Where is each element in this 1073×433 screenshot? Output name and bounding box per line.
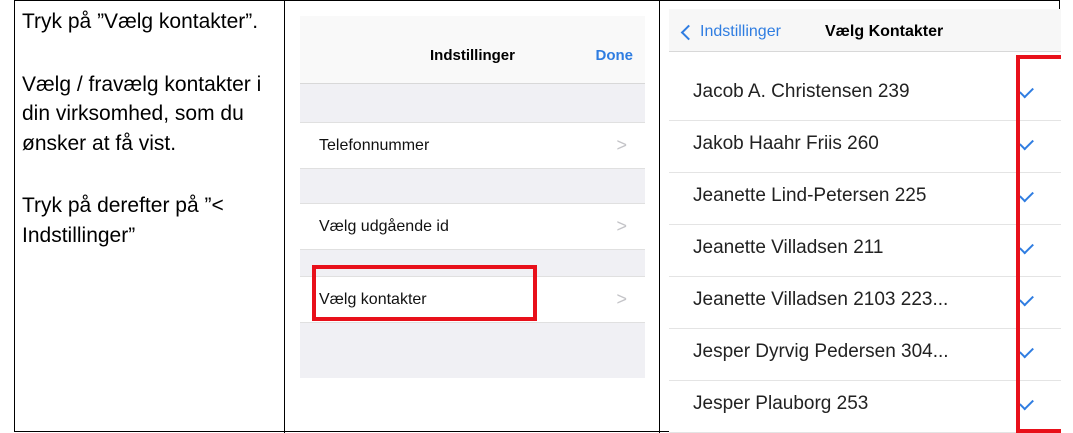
instruction-step-1: Tryk på ”Vælg kontakter”.: [22, 10, 259, 33]
settings-row-label: Telefonnummer: [319, 137, 430, 154]
contacts-screenshot-cell: Indstillinger Vælg Kontakter Jacob A. Ch…: [659, 1, 1061, 433]
instruction-step-3: Tryk på derefter på ”< Indstillinger”: [22, 194, 224, 247]
contacts-title: Vælg Kontakter: [825, 23, 944, 40]
highlight-box: [1016, 55, 1061, 433]
contact-name: Jeanette Villadsen 211: [693, 237, 884, 258]
contact-row[interactable]: Jesper Plauborg 253: [669, 381, 1061, 433]
settings-navbar: Indstillinger Done: [300, 16, 645, 84]
contact-list: Jacob A. Christensen 239 Jakob Haahr Fri…: [669, 69, 1061, 433]
highlight-box: [312, 265, 537, 321]
back-label: Indstillinger: [700, 23, 781, 40]
contacts-navbar: Indstillinger Vælg Kontakter: [669, 9, 1061, 52]
contact-row[interactable]: Jeanette Lind-Petersen 225: [669, 173, 1061, 225]
contact-name: Jesper Dyrvig Pedersen 304...: [693, 341, 949, 362]
settings-row-label: Vælg udgående id: [319, 218, 449, 235]
back-button[interactable]: Indstillinger: [679, 23, 781, 41]
instructions: Tryk på ”Vælg kontakter”. Vælg / fravælg…: [15, 1, 284, 250]
chevron-right-icon: >: [616, 289, 627, 309]
done-button[interactable]: Done: [596, 47, 634, 64]
contact-name: Jakob Haahr Friis 260: [693, 133, 879, 154]
contact-name: Jesper Plauborg 253: [693, 393, 869, 414]
contact-row[interactable]: Jesper Dyrvig Pedersen 304...: [669, 329, 1061, 381]
instruction-table: Tryk på ”Vælg kontakter”. Vælg / fravælg…: [14, 0, 1061, 433]
settings-row-udgaende-id[interactable]: Vælg udgående id >: [300, 203, 645, 250]
contact-name: Jeanette Villadsen 2103 223...: [693, 289, 949, 310]
contact-row[interactable]: Jeanette Villadsen 2103 223...: [669, 277, 1061, 329]
contact-row[interactable]: Jeanette Villadsen 211: [669, 225, 1061, 277]
instruction-step-2: Vælg / fravælg kontakter i din virksomhe…: [22, 72, 262, 155]
chevron-right-icon: >: [616, 135, 627, 155]
chevron-left-icon: [680, 24, 697, 40]
contacts-screen: Indstillinger Vælg Kontakter Jacob A. Ch…: [669, 9, 1061, 433]
settings-screenshot-cell: Indstillinger Done Telefonnummer > Vælg …: [284, 1, 659, 433]
contact-row[interactable]: Jacob A. Christensen 239: [669, 69, 1061, 121]
contact-name: Jacob A. Christensen 239: [693, 81, 910, 102]
instruction-cell: Tryk på ”Vælg kontakter”. Vælg / fravælg…: [15, 1, 284, 433]
settings-row-telefonnummer[interactable]: Telefonnummer >: [300, 122, 645, 169]
settings-screen: Indstillinger Done Telefonnummer > Vælg …: [300, 16, 645, 378]
chevron-right-icon: >: [616, 216, 627, 236]
contact-name: Jeanette Lind-Petersen 225: [693, 185, 927, 206]
contact-row[interactable]: Jakob Haahr Friis 260: [669, 121, 1061, 173]
settings-title: Indstillinger: [429, 47, 515, 64]
